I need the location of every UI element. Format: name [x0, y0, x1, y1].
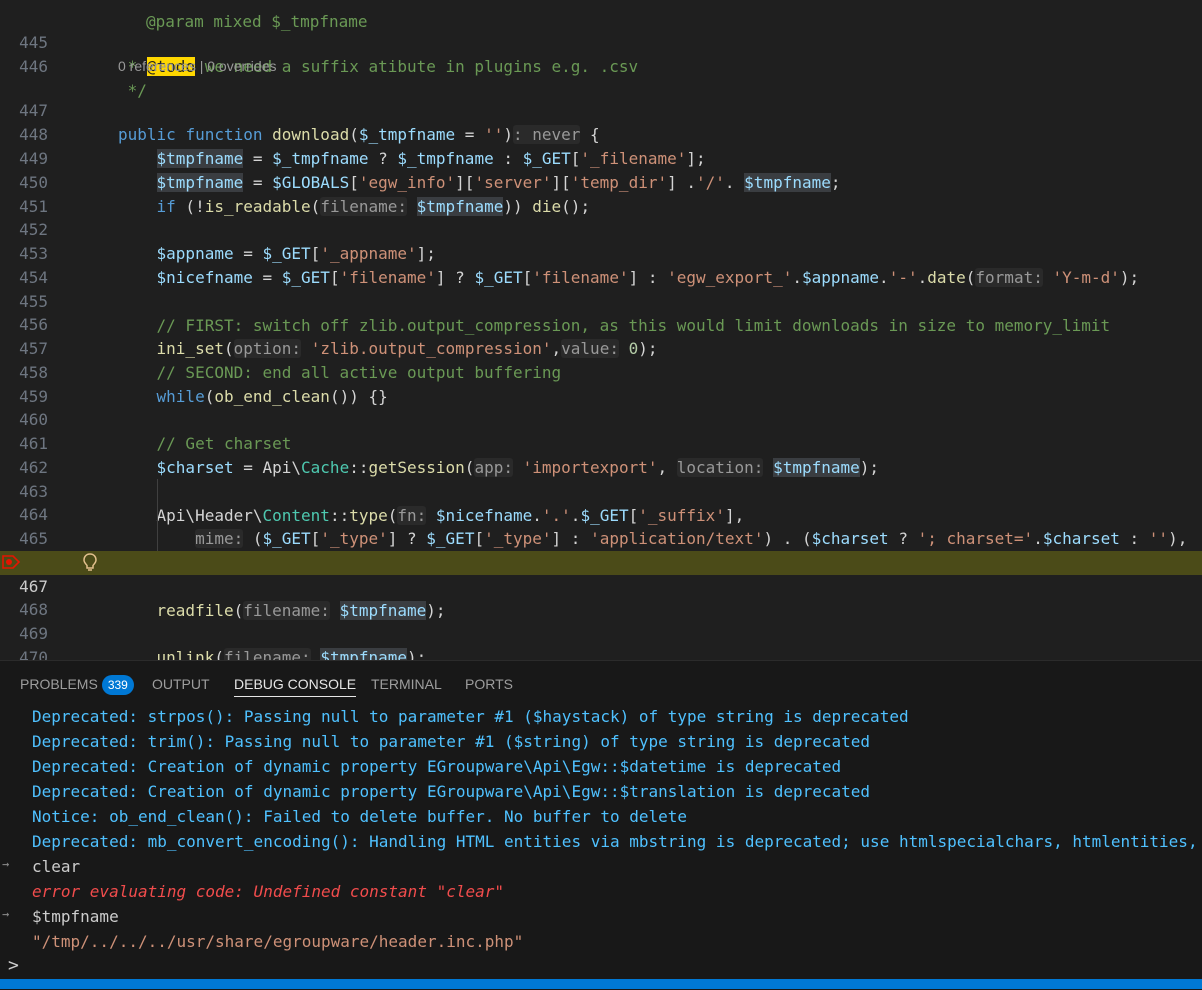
code-line-448[interactable]: 448 $tmpfname = $_tmpfname ? $_tmpfname … [0, 99, 1202, 168]
code-line-461[interactable]: 461 $charset = Api\Cache::getSession(app… [0, 408, 1202, 477]
code-line-462[interactable]: 462 [0, 432, 1202, 477]
codelens-references[interactable]: 0 references | 0 overrides [118, 56, 277, 76]
tab-debug-console[interactable]: DEBUG CONSOLE [234, 661, 357, 705]
breakpoint-icon[interactable] [2, 555, 20, 569]
console-result: "/tmp/../../../usr/share/egroupware/head… [32, 932, 524, 951]
tab-terminal[interactable]: TERMINAL [371, 661, 442, 705]
code-editor[interactable]: @param mixed $_tmpfname 445 * @todo we n… [0, 0, 1202, 660]
console-line: Deprecated: mb_convert_encoding(): Handl… [32, 832, 1198, 851]
console-line: Deprecated: Creation of dynamic property… [32, 757, 842, 776]
input-arrow-icon: → [2, 857, 10, 871]
code-line-471[interactable]: 471 // Try to avoid any extra finishing … [0, 646, 1202, 660]
code-line-452[interactable]: 452 $appname = $_GET['_appname']; [0, 194, 1202, 263]
tab-output[interactable]: OUTPUT [152, 661, 210, 705]
console-line: Deprecated: trim(): Passing null to para… [32, 732, 871, 751]
code-line-446[interactable]: 446 */ [0, 31, 1202, 100]
code-line-469[interactable]: 469 unlink(filename: $tmpfname); [0, 598, 1202, 660]
input-arrow-icon: → [2, 907, 10, 921]
status-bar [0, 979, 1202, 989]
indent-guide [157, 479, 158, 551]
code-line-455[interactable]: 455 // FIRST: switch off zlib.output_com… [0, 266, 1202, 335]
code-line-451[interactable]: 451 [0, 171, 1202, 216]
console-input: clear [32, 857, 81, 876]
code-line-449[interactable]: 449 $tmpfname = $GLOBALS['egw_info']['se… [0, 123, 1202, 192]
code-line-460[interactable]: 460 // Get charset [0, 384, 1202, 453]
console-line: Notice: ob_end_clean(): Failed to delete… [32, 807, 688, 826]
console-line: Deprecated: Creation of dynamic property… [32, 782, 871, 801]
code-line-466[interactable]: 466 [0, 527, 1202, 572]
code-line-445[interactable]: 445 * @todo we need a suffix atibute in … [0, 7, 1202, 76]
tab-problems[interactable]: PROBLEMS 339 [20, 661, 134, 705]
console-prompt-icon[interactable]: > [8, 955, 19, 976]
code-line-458[interactable]: 458 while(ob_end_clean()) {} [0, 337, 1202, 406]
console-line: Deprecated: strpos(): Passing null to pa… [32, 707, 909, 726]
lightbulb-icon[interactable] [81, 552, 99, 572]
code-line-459[interactable]: 459 [0, 361, 1202, 406]
code-line-463[interactable]: 463 Api\Header\Content::type(fn: $nicefn… [0, 456, 1202, 525]
console-input: $tmpfname [32, 907, 119, 926]
console-error: error evaluating code: Undefined constan… [32, 882, 505, 901]
code-line-447[interactable]: 447 public function download($_tmpfname … [0, 75, 1202, 144]
code-line-454[interactable]: 454 [0, 242, 1202, 287]
code-line-470[interactable]: 470 [0, 622, 1202, 660]
panel-tabs: PROBLEMS 339 OUTPUT DEBUG CONSOLE TERMINA… [0, 661, 1202, 705]
code-line-450[interactable]: 450 if (!is_readable(filename: $tmpfname… [0, 147, 1202, 216]
tab-ports[interactable]: PORTS [465, 661, 513, 705]
code-line-465[interactable]: 465 length: filesize(filename: $tmpfname… [0, 503, 1202, 572]
bottom-panel: PROBLEMS 339 OUTPUT DEBUG CONSOLE TERMINA… [0, 660, 1202, 990]
code-line-464[interactable]: 464 mime: ($_GET['_type'] ? $_GET['_type… [0, 479, 1202, 548]
code-line-457[interactable]: 457 // SECOND: end all active output buf… [0, 313, 1202, 382]
code-line-468[interactable]: 468 [0, 574, 1202, 619]
code-line-456[interactable]: 456 ini_set(option: 'zlib.output_compres… [0, 289, 1202, 358]
code-line-467-current[interactable]: 467 readfile(filename: $tmpfname); [0, 551, 1202, 620]
problems-count-badge: 339 [101, 675, 134, 695]
code-line-453[interactable]: 453 $nicefname = $_GET['filename'] ? $_G… [0, 218, 1202, 287]
